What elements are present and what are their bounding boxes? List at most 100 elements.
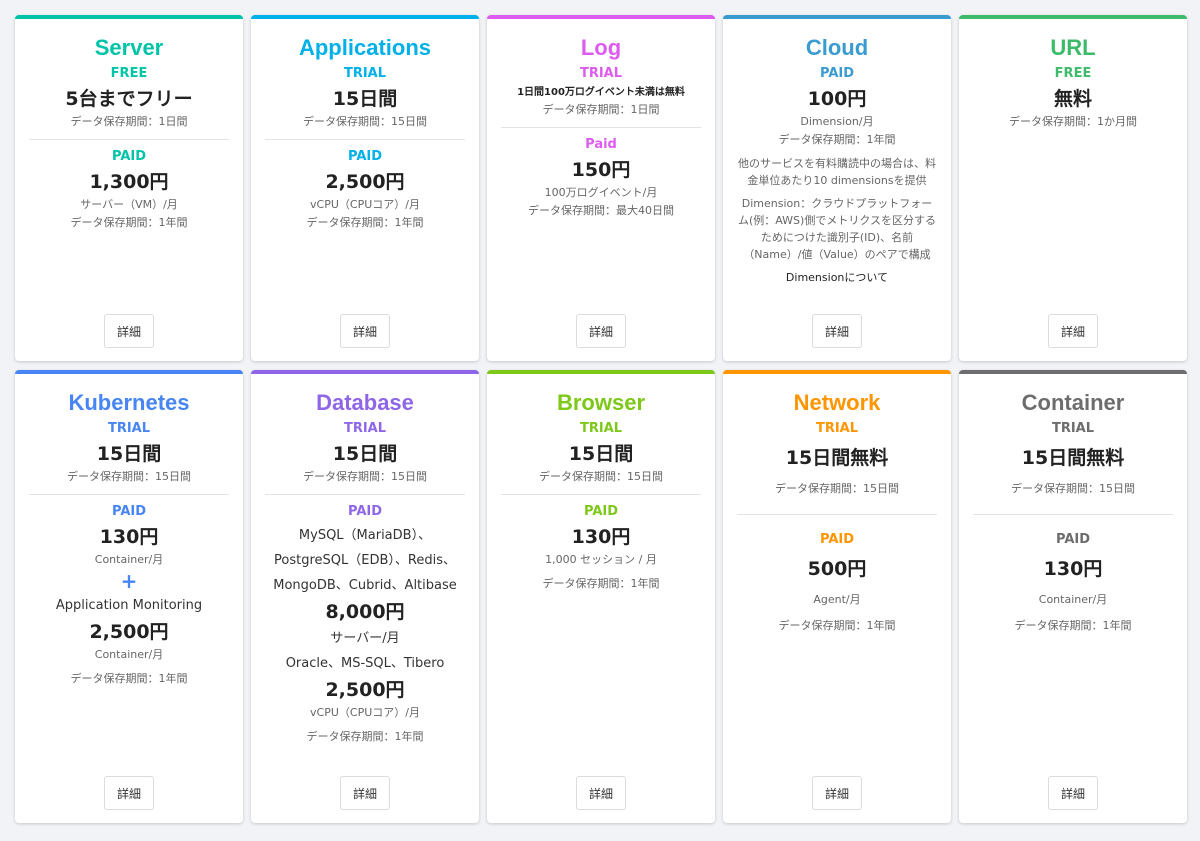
detail-button[interactable]: 詳細 xyxy=(1048,776,1098,810)
pricing-card-container: Container TRIAL 15日間無料 データ保存期間：15日間 PAID 130円… xyxy=(959,370,1187,823)
divider xyxy=(265,494,465,495)
pricing-card-applications: Applications TRIAL 15日間データ保存期間：15日間 PAID 2,5… xyxy=(251,15,479,361)
free-condition: 1日間100万ログイベント未満は無料 xyxy=(517,87,685,98)
detail-button[interactable]: 詳細 xyxy=(576,314,626,348)
price-detail: データ保存期間：1年間 xyxy=(70,216,188,229)
plan-note: データ保存期間：1年間 xyxy=(542,577,660,590)
price-detail: データ保存期間：15日間 xyxy=(303,470,427,483)
detail-button[interactable]: 詳細 xyxy=(104,776,154,810)
plan-note: データ保存期間：1年間 xyxy=(306,730,424,743)
price: 5台までフリー xyxy=(65,88,193,110)
price-detail: データ保存期間：15日間 xyxy=(67,470,191,483)
price-detail: データ保存期間：1年間 xyxy=(778,619,896,632)
pricing-card-log: Log TRIAL 1日間100万ログイベント未満は無料 データ保存期間：1日間 Pai… xyxy=(487,15,715,361)
plus-icon: + xyxy=(120,569,138,593)
plan-tier-label: PAID xyxy=(347,149,383,164)
price-detail: データ保存期間：最大40日間 xyxy=(528,204,674,217)
price: 150円 xyxy=(571,159,631,181)
detail-button[interactable]: 詳細 xyxy=(340,776,390,810)
plan-tier-label: FREE xyxy=(110,66,148,81)
price-detail: サーバー（VM）/月 xyxy=(80,198,178,211)
pricing-card-database: Database TRIAL 15日間データ保存期間：15日間 PAID MySQL（M… xyxy=(251,370,479,823)
plan-text: Oracle、MS-SQL、Tibero xyxy=(285,656,445,671)
detail-button[interactable]: 詳細 xyxy=(812,314,862,348)
divider xyxy=(265,139,465,140)
divider xyxy=(973,514,1173,515)
divider xyxy=(29,139,229,140)
price-detail: データ保存期間：15日間 xyxy=(539,470,663,483)
dimension-info-link[interactable]: Dimensionについて xyxy=(786,269,888,286)
detail-button[interactable]: 詳細 xyxy=(576,776,626,810)
price-detail: Dimension/月 xyxy=(800,115,874,128)
pricing-card-cloud: Cloud PAID 100円 Dimension/月 データ保存期間：1年間 他のサービ… xyxy=(723,15,951,361)
price-detail: 100万ログイベント/月 xyxy=(544,186,658,199)
divider xyxy=(501,494,701,495)
pricing-card-browser: Browser TRIAL 15日間データ保存期間：15日間 PAID 130円 1,00… xyxy=(487,370,715,823)
price-detail: データ保存期間：1年間 xyxy=(306,216,424,229)
plan-note: データ保存期間：1年間 xyxy=(70,672,188,685)
price-detail: データ保存期間：1日間 xyxy=(70,115,188,128)
price: 15日間 xyxy=(568,443,634,465)
price: 2,500円 xyxy=(325,171,405,193)
card-title: Server xyxy=(94,35,164,60)
plan-tier-label: TRIAL xyxy=(579,66,623,81)
plan-tier-label: TRIAL xyxy=(343,421,387,436)
plan-tier-label: TRIAL xyxy=(815,421,859,436)
card-title: Kubernetes xyxy=(68,390,190,415)
card-title: Browser xyxy=(556,390,646,415)
plan-tier-label: PAID xyxy=(819,532,855,547)
price-detail: データ保存期間：15日間 xyxy=(775,482,899,495)
price: 2,500円 xyxy=(325,679,405,701)
plan-text: Application Monitoring xyxy=(55,598,203,613)
price: 15日間 xyxy=(332,88,398,110)
price-detail: Container/月 xyxy=(94,553,164,566)
price-detail: vCPU（CPUコア）/月 xyxy=(310,198,420,211)
plan-tier-label: FREE xyxy=(1054,66,1092,81)
plan-tier-label: TRIAL xyxy=(579,421,623,436)
price-detail: データ保存期間：15日間 xyxy=(303,115,427,128)
price: 15日間無料 xyxy=(1021,447,1125,469)
plan-note: 他のサービスを有料購読中の場合は、料金単位あたり10 dimensionsを提供 xyxy=(738,157,936,187)
plan-tier-label: PAID xyxy=(583,504,619,519)
card-title: Cloud xyxy=(805,35,869,60)
plan-text: サーバー/月 xyxy=(330,631,400,646)
plan-tier-label: PAID xyxy=(347,504,383,519)
card-title: URL xyxy=(1050,35,1096,60)
price: 15日間無料 xyxy=(785,447,889,469)
detail-button[interactable]: 詳細 xyxy=(812,776,862,810)
card-title: Applications xyxy=(298,35,431,60)
divider xyxy=(501,127,701,128)
card-title: Container xyxy=(1021,390,1125,415)
plan-tier-label: TRIAL xyxy=(343,66,387,81)
price-detail: Container/月 xyxy=(94,648,164,661)
price: 無料 xyxy=(1053,88,1092,110)
price-detail: Agent/月 xyxy=(813,593,861,606)
plan-tier-label: TRIAL xyxy=(107,421,151,436)
price: 130円 xyxy=(99,526,159,548)
detail-button[interactable]: 詳細 xyxy=(104,314,154,348)
plan-tier-label: TRIAL xyxy=(1051,421,1095,436)
price-detail: データ保存期間：1年間 xyxy=(778,133,896,146)
divider xyxy=(737,514,937,515)
pricing-grid: Server FREE 5台までフリーデータ保存期間：1日間 PAID 1,300円サー… xyxy=(15,15,1187,823)
price: 500円 xyxy=(807,558,867,580)
plan-tier-label: PAID xyxy=(111,149,147,164)
plan-tier-label: PAID xyxy=(1055,532,1091,547)
pricing-card-url: URL FREE 無料 データ保存期間：1か月間 詳細 xyxy=(959,15,1187,361)
price-detail: 1,000 セッション / 月 xyxy=(545,553,657,566)
plan-tier-label: Paid xyxy=(585,137,617,152)
plan-tier-label: PAID xyxy=(111,504,147,519)
price: 15日間 xyxy=(332,443,398,465)
detail-button[interactable]: 詳細 xyxy=(1048,314,1098,348)
price: 1,300円 xyxy=(89,171,169,193)
price-detail: データ保存期間：1日間 xyxy=(542,103,660,116)
plan-text: MySQL（MariaDB）、PostgreSQL（EDB）、Redis、Mon… xyxy=(273,528,457,593)
card-title: Database xyxy=(316,390,414,415)
card-title: Log xyxy=(580,35,622,60)
price: 130円 xyxy=(571,526,631,548)
detail-button[interactable]: 詳細 xyxy=(340,314,390,348)
price-detail: データ保存期間：1年間 xyxy=(1014,619,1132,632)
price: 8,000円 xyxy=(325,601,405,623)
pricing-card-network: Network TRIAL 15日間無料 データ保存期間：15日間 PAID 500円 Ag… xyxy=(723,370,951,823)
plan-tier-label: PAID xyxy=(819,66,855,81)
